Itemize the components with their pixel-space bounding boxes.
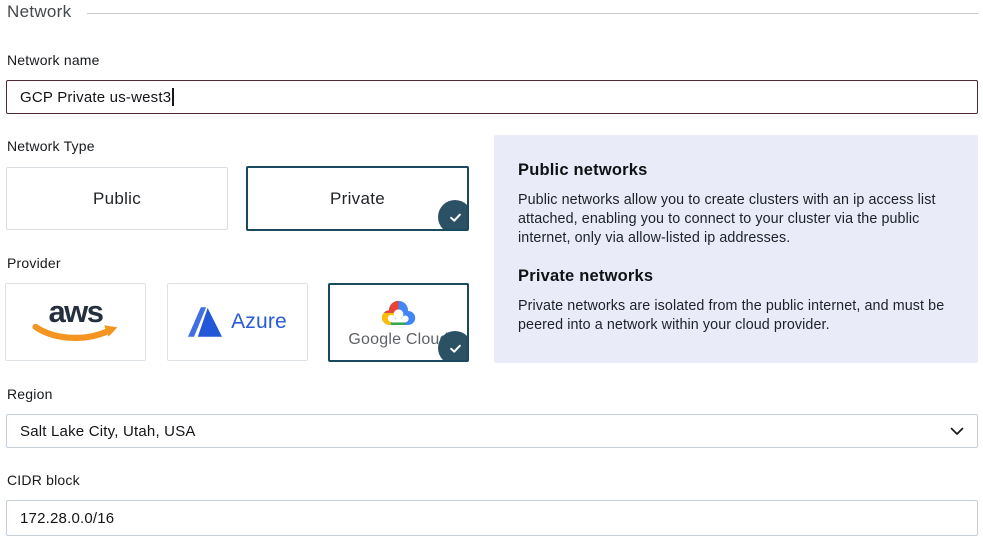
network-name-input[interactable]: GCP Private us-west3 [6,80,978,114]
provider-option-aws[interactable]: aws [5,283,146,361]
azure-logo-icon [188,307,222,337]
network-info-panel: Public networks Public networks allow yo… [494,135,978,363]
section-header: Network [7,2,978,22]
private-networks-description: Private networks are isolated from the p… [518,297,952,335]
public-networks-heading: Public networks [518,161,952,180]
region-label: Region [7,386,53,402]
private-networks-heading: Private networks [518,267,952,286]
public-networks-description: Public networks allow you to create clus… [518,191,952,248]
network-type-option-private[interactable]: Private [246,166,469,231]
cidr-input[interactable]: 172.28.0.0/16 [6,500,978,536]
network-name-value: GCP Private us-west3 [20,89,171,106]
network-type-private-label: Private [330,189,385,209]
text-caret [172,88,174,106]
network-section-title: Network [7,2,71,22]
network-name-label: Network name [7,52,100,68]
provider-option-google-cloud[interactable]: Google Cloud [328,283,469,362]
provider-option-azure[interactable]: Azure [167,283,308,361]
region-select[interactable]: Salt Lake City, Utah, USA [6,414,978,448]
network-type-label: Network Type [7,138,95,154]
azure-label: Azure [231,310,287,334]
chevron-down-icon [950,427,964,436]
check-icon [448,210,463,225]
cidr-value: 172.28.0.0/16 [20,510,114,527]
selected-check-badge [438,200,469,231]
cidr-label: CIDR block [7,472,80,488]
region-value: Salt Lake City, Utah, USA [20,423,196,440]
section-divider [87,13,978,14]
network-type-option-public[interactable]: Public [6,167,228,230]
selected-check-badge [438,331,469,362]
check-icon [448,341,463,356]
provider-label: Provider [7,255,61,271]
network-type-public-label: Public [93,189,141,209]
google-cloud-logo-icon [377,296,420,329]
aws-logo-icon: aws [32,300,120,344]
google-cloud-label: Google Cloud [348,331,448,349]
